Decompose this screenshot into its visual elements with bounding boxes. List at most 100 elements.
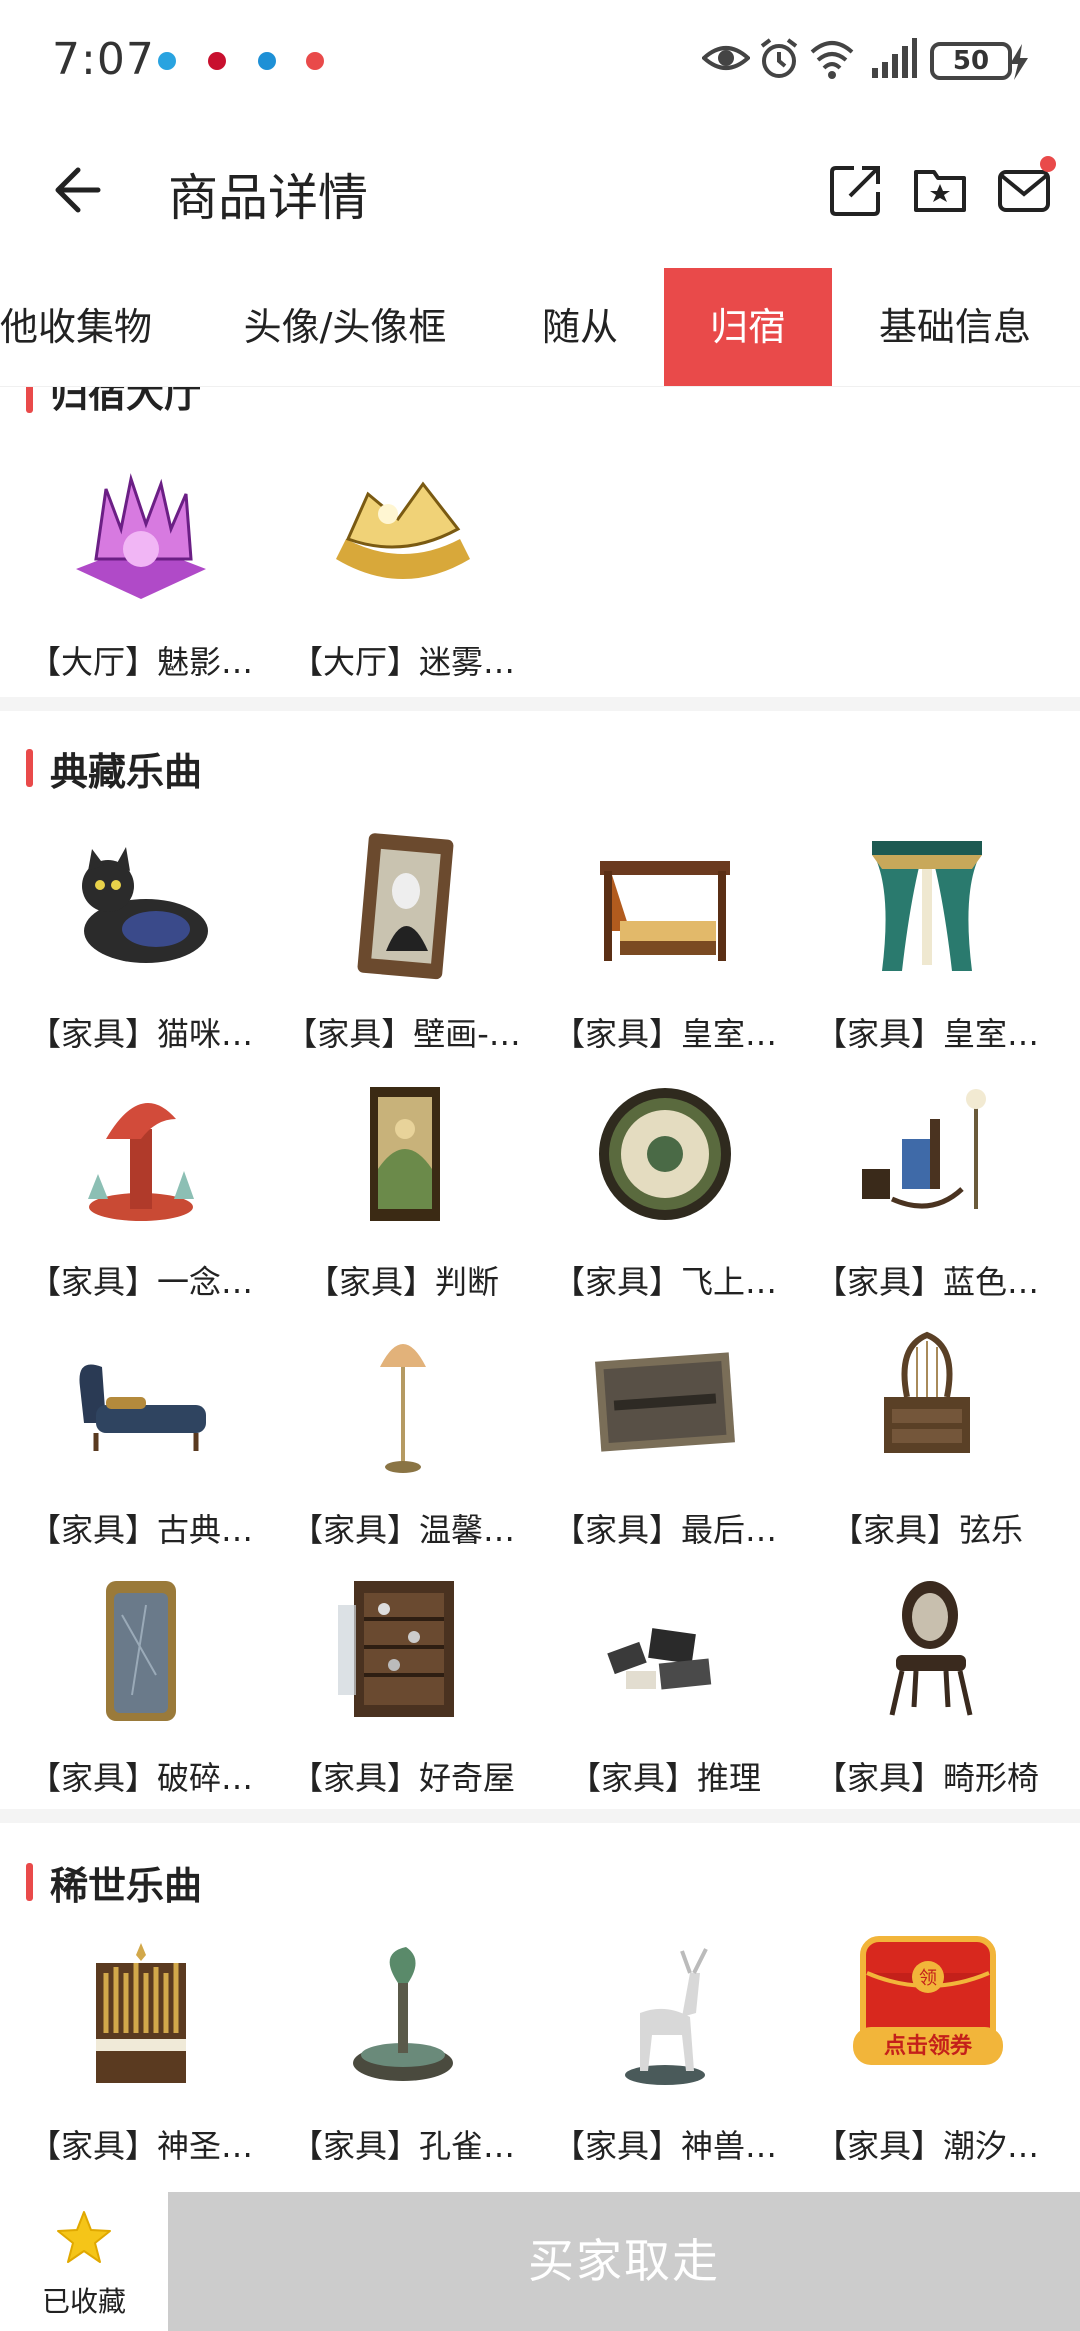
back-arrow-icon[interactable] [50,160,110,220]
twisted-chair-icon [889,1581,973,1716]
royal-curtain-icon [872,841,982,971]
wifi-icon [810,41,854,79]
svg-text:领: 领 [919,1968,937,1989]
favorite-folder-icon[interactable] [912,162,968,218]
share-icon[interactable] [828,162,884,218]
deer-statue-icon [625,1948,708,2085]
buy-button[interactable]: 买家取走 [168,2192,1080,2331]
round-rug-icon [599,1088,731,1220]
page-title: 商品详情 [168,169,368,227]
item-label: 【家具】神圣… [28,2127,253,2165]
item-label: 【家具】壁画-… [285,1015,521,1053]
section-divider [0,1809,1080,1823]
grid-item[interactable]: 【家具】一念… [10,1079,272,1327]
item-label: 【家具】孔雀… [290,2127,515,2165]
portrait-painting-icon [357,833,454,980]
grid-item[interactable]: 【家具】蓝色… [796,1079,1058,1327]
status-time: 7:07 [52,34,155,85]
grid-item[interactable]: 【家具】皇室… [534,831,796,1079]
grid-item[interactable]: 【家具】推理 [534,1575,796,1823]
app-header: 商品详情 [0,120,1080,270]
charging-icon [1010,44,1028,80]
section-title: 归宿大厅 [50,387,203,416]
organ-icon [96,1943,186,2083]
grid-item[interactable]: 【家具】猫咪… [10,831,272,1079]
status-bar: 7:07 50 [0,0,1080,120]
item-label: 【家具】蓝色… [814,1263,1039,1301]
tapestry-icon [370,1087,440,1221]
scattered-books-icon [607,1628,712,1690]
alarm-icon [760,38,798,78]
eye-icon [702,46,750,70]
rare-section: 稀世乐曲 【家具】神圣… 【家具】孔雀… 【家具】神兽… 领 点击领券 【家具】… [0,1823,1080,2192]
item-label: 【家具】潮汐… [814,2127,1039,2165]
item-label: 【家具】飞上… [552,1263,777,1301]
grid-item[interactable]: 【家具】古典… [10,1327,272,1575]
battery-indicator: 50 [930,42,1012,80]
item-label: 【家具】推理 [568,1759,761,1797]
item-label: 【家具】一念… [28,1263,253,1301]
grid-item[interactable]: 【家具】畸形椅 [796,1575,1058,1823]
tab-basic-info[interactable]: 基础信息 [860,268,1050,386]
item-label: 【家具】判断 [306,1263,499,1301]
signal-icon [872,38,917,78]
item-label: 【大厅】魅影… [28,643,253,681]
section-title: 稀世乐曲 [50,1864,203,1908]
broken-mirror-icon [106,1581,176,1721]
purple-castle-book-icon [76,473,206,599]
peacock-fountain-icon [353,1947,453,2081]
harp-dresser-icon [884,1331,970,1453]
grid-item[interactable]: 【家具】弦乐 [796,1327,1058,1575]
red-envelope-icon: 领 点击领券 [853,1936,1003,2065]
grid-item[interactable]: 【家具】神兽… [534,1943,796,2191]
tab-avatar-frame[interactable]: 头像/头像框 [220,268,470,386]
lobby-section: 归宿大厅 【大厅】魅影… 【大厅】迷雾… [0,387,1080,697]
item-label: 【家具】神兽… [552,2127,777,2165]
golden-mist-book-icon [336,481,470,579]
tab-other-collectibles[interactable]: 他收集物 [0,268,166,386]
chaise-lounge-icon [79,1364,206,1451]
grid-item[interactable]: 【家具】温馨… [272,1327,534,1575]
grid-item[interactable]: 【家具】飞上… [534,1079,796,1327]
grid-item[interactable]: 【家具】判断 [272,1079,534,1327]
section-marker [26,749,33,787]
curio-cabinet-icon [338,1581,454,1717]
item-label: 【家具】最后… [552,1511,777,1549]
tree-ornament-icon [88,1103,194,1221]
notification-icon [306,52,324,70]
grid-item[interactable]: 【家具】好奇屋 [272,1575,534,1823]
item-label: 【家具】皇室… [552,1015,777,1053]
section-divider [0,697,1080,711]
grid-item[interactable]: 【家具】孔雀… [272,1943,534,2191]
item-label: 【家具】好奇屋 [290,1759,515,1797]
floor-lamp-icon [380,1344,426,1473]
grid-item[interactable]: 【家具】壁画-… [272,831,534,1079]
tab-followers[interactable]: 随从 [520,268,640,386]
tab-residence[interactable]: 归宿 [664,268,832,386]
grid-item[interactable]: 【家具】神圣… [10,1943,272,2191]
grid-item[interactable]: 【家具】皇室… [796,831,1058,1079]
item-label: 【家具】猫咪… [28,1015,253,1053]
classic-section: 典藏乐曲 【家具】猫咪… 【家具】壁画-… 【家具】皇室… 【家具】皇室… 【家… [0,711,1080,1809]
item-label: 【家具】温馨… [290,1511,515,1549]
section-marker [26,1863,33,1901]
grid-item[interactable]: 【家具】最后… [534,1327,796,1575]
grid-item[interactable]: 【大厅】魅影… [10,459,272,697]
item-label: 【家具】古典… [28,1511,253,1549]
item-label: 【家具】弦乐 [830,1511,1023,1549]
grid-item[interactable]: 【大厅】迷雾… [272,459,534,697]
svg-text:点击领券: 点击领券 [884,2033,973,2059]
favorite-button[interactable]: 已收藏 [0,2192,168,2331]
black-cat-sofa-icon [82,847,208,963]
last-supper-painting-icon [595,1352,735,1452]
item-label: 【大厅】迷雾… [290,643,515,681]
item-label: 【家具】畸形椅 [814,1759,1039,1797]
favorite-label: 已收藏 [41,2285,126,2318]
blue-rocking-chair-icon [862,1089,986,1209]
star-icon [57,2211,111,2263]
section-title: 典藏乐曲 [50,750,203,794]
notification-icon [208,52,226,70]
grid-item[interactable]: 【家具】破碎… [10,1575,272,1823]
grid-item[interactable]: 领 点击领券 【家具】潮汐… [796,1936,1058,2191]
bottom-action-bar: 已收藏 买家取走 [0,2192,1080,2331]
